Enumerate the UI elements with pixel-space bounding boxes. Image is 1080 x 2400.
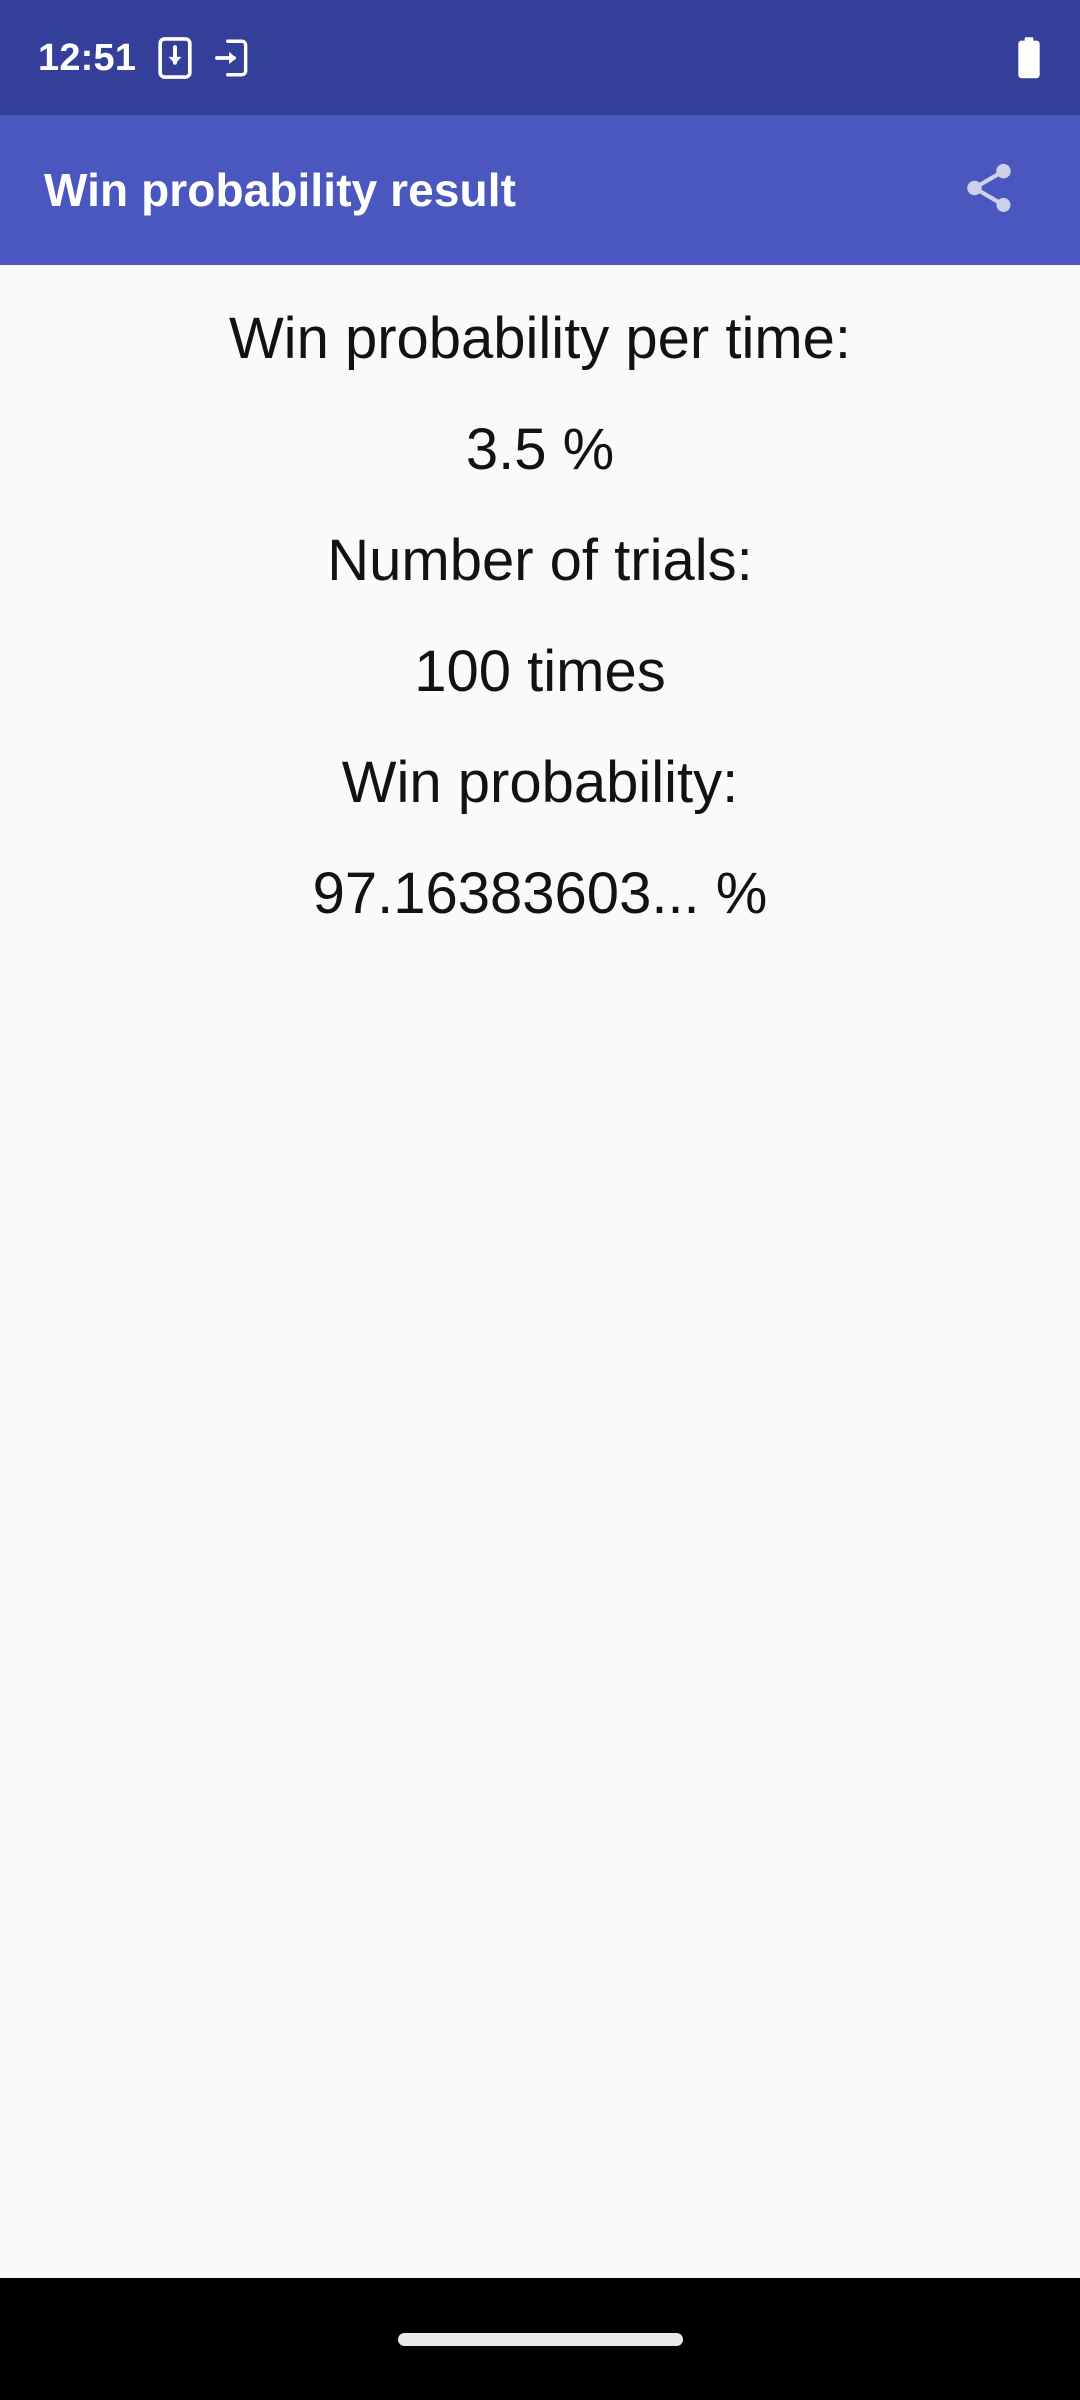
win-probability-value: 97.16383603... % [312, 861, 768, 926]
number-of-trials-label: Number of trials: [327, 528, 753, 593]
system-update-icon [158, 36, 192, 79]
status-bar-clock: 12:51 [38, 36, 137, 79]
gesture-home-pill[interactable] [397, 2332, 683, 2346]
page-title: Win probability result [44, 163, 517, 216]
win-probability-per-time-value: 3.5 % [465, 417, 615, 482]
win-probability-per-time-label: Win probability per time: [228, 306, 852, 371]
app-install-icon [214, 37, 248, 79]
battery-full-icon [1016, 36, 1042, 80]
app-bar: Win probability result [0, 115, 1080, 265]
result-content: Win probability per time: 3.5 % Number o… [0, 265, 1080, 2278]
number-of-trials-value: 100 times [414, 639, 666, 704]
win-probability-label: Win probability: [341, 750, 739, 815]
share-button[interactable] [934, 135, 1044, 245]
navigation-bar [0, 2278, 1080, 2400]
status-bar-left-group: 12:51 [38, 36, 248, 79]
status-bar-right-group [1016, 36, 1042, 80]
phone-screen: 12:51 Win probability result Win probabi… [0, 0, 1080, 2400]
share-icon [960, 159, 1018, 222]
status-bar: 12:51 [0, 0, 1080, 115]
